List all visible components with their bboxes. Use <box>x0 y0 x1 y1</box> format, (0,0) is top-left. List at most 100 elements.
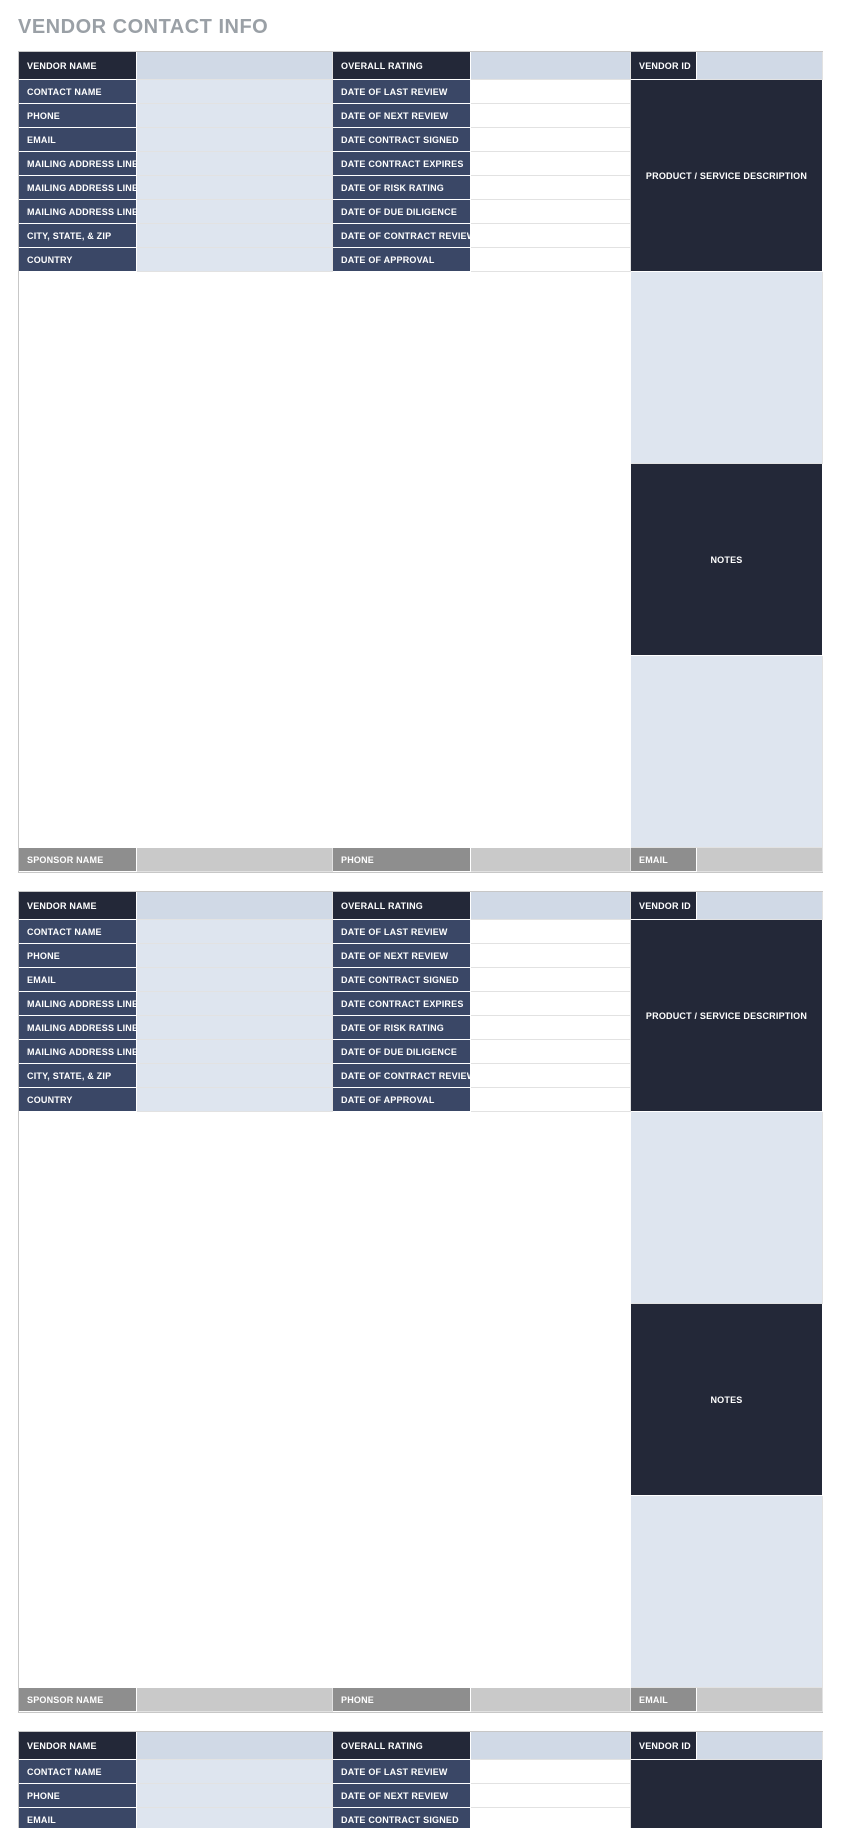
field-mailing3[interactable] <box>137 1040 333 1064</box>
field-vendor-id[interactable] <box>697 1732 823 1760</box>
label-mailing3: MAILING ADDRESS LINE 3 <box>19 200 137 224</box>
label-product-service-desc: PRODUCT / SERVICE DESCRIPTION <box>631 80 823 272</box>
label-vendor-id: VENDOR ID <box>631 52 697 80</box>
field-overall-rating[interactable] <box>471 892 631 920</box>
field-overall-rating[interactable] <box>471 52 631 80</box>
label-date-contract-review: DATE OF CONTRACT REVIEW <box>333 1064 471 1088</box>
label-notes: NOTES <box>631 464 823 656</box>
field-mailing1[interactable] <box>137 152 333 176</box>
field-contact-name[interactable] <box>137 1760 333 1784</box>
label-date-next-review: DATE OF NEXT REVIEW <box>333 1784 471 1808</box>
field-date-risk-rating[interactable] <box>471 1016 631 1040</box>
label-sponsor-name: SPONSOR NAME <box>19 848 137 872</box>
field-sponsor-email[interactable] <box>697 848 823 872</box>
field-mailing2[interactable] <box>137 176 333 200</box>
field-phone[interactable] <box>137 1784 333 1808</box>
label-date-risk-rating: DATE OF RISK RATING <box>333 1016 471 1040</box>
label-date-contract-expires: DATE CONTRACT EXPIRES <box>333 992 471 1016</box>
label-vendor-id: VENDOR ID <box>631 1732 697 1760</box>
field-sponsor-name[interactable] <box>137 848 333 872</box>
field-date-contract-signed[interactable] <box>471 968 631 992</box>
label-city-state-zip: CITY, STATE, & ZIP <box>19 1064 137 1088</box>
field-email[interactable] <box>137 968 333 992</box>
label-date-last-review: DATE OF LAST REVIEW <box>333 1760 471 1784</box>
label-mailing1: MAILING ADDRESS LINE 1 <box>19 152 137 176</box>
field-country[interactable] <box>137 1088 333 1112</box>
field-sponsor-email[interactable] <box>697 1688 823 1712</box>
field-date-due-diligence[interactable] <box>471 1040 631 1064</box>
label-date-risk-rating: DATE OF RISK RATING <box>333 176 471 200</box>
label-vendor-name: VENDOR NAME <box>19 1732 137 1760</box>
field-date-next-review[interactable] <box>471 944 631 968</box>
label-phone: PHONE <box>19 1784 137 1808</box>
field-date-contract-expires[interactable] <box>471 152 631 176</box>
label-contact-name: CONTACT NAME <box>19 920 137 944</box>
label-date-approval: DATE OF APPROVAL <box>333 1088 471 1112</box>
label-product-service-desc: PRODUCT / SERVICE DESCRIPTION <box>631 1760 823 1828</box>
field-email[interactable] <box>137 128 333 152</box>
field-date-contract-review[interactable] <box>471 1064 631 1088</box>
field-phone[interactable] <box>137 944 333 968</box>
vendor-block: VENDOR NAME OVERALL RATING VENDOR ID CON… <box>18 1731 823 1828</box>
field-vendor-name[interactable] <box>137 1732 333 1760</box>
field-email[interactable] <box>137 1808 333 1828</box>
vendor-block: VENDOR NAME OVERALL RATING VENDOR ID CON… <box>18 891 823 1713</box>
label-sponsor-email: EMAIL <box>631 1688 697 1712</box>
field-date-approval[interactable] <box>471 248 631 272</box>
field-product-service-desc[interactable] <box>631 1112 823 1304</box>
label-date-contract-review: DATE OF CONTRACT REVIEW <box>333 224 471 248</box>
field-date-last-review[interactable] <box>471 80 631 104</box>
label-city-state-zip: CITY, STATE, & ZIP <box>19 224 137 248</box>
field-date-contract-review[interactable] <box>471 224 631 248</box>
field-vendor-name[interactable] <box>137 892 333 920</box>
label-vendor-name: VENDOR NAME <box>19 892 137 920</box>
vendor-block: VENDOR NAME OVERALL RATING VENDOR ID CON… <box>18 51 823 873</box>
field-date-due-diligence[interactable] <box>471 200 631 224</box>
label-email: EMAIL <box>19 968 137 992</box>
field-date-next-review[interactable] <box>471 104 631 128</box>
label-sponsor-phone: PHONE <box>333 848 471 872</box>
label-date-contract-signed: DATE CONTRACT SIGNED <box>333 1808 471 1828</box>
field-mailing1[interactable] <box>137 992 333 1016</box>
field-sponsor-name[interactable] <box>137 1688 333 1712</box>
field-city-state-zip[interactable] <box>137 224 333 248</box>
field-date-contract-signed[interactable] <box>471 128 631 152</box>
page-title: VENDOR CONTACT INFO <box>18 16 823 39</box>
field-date-last-review[interactable] <box>471 1760 631 1784</box>
field-date-last-review[interactable] <box>471 920 631 944</box>
field-notes[interactable] <box>631 1496 823 1688</box>
label-country: COUNTRY <box>19 248 137 272</box>
field-date-next-review[interactable] <box>471 1784 631 1808</box>
label-phone: PHONE <box>19 944 137 968</box>
field-overall-rating[interactable] <box>471 1732 631 1760</box>
field-vendor-id[interactable] <box>697 892 823 920</box>
field-vendor-id[interactable] <box>697 52 823 80</box>
field-mailing3[interactable] <box>137 200 333 224</box>
label-date-contract-expires: DATE CONTRACT EXPIRES <box>333 152 471 176</box>
field-city-state-zip[interactable] <box>137 1064 333 1088</box>
field-date-approval[interactable] <box>471 1088 631 1112</box>
label-overall-rating: OVERALL RATING <box>333 892 471 920</box>
label-mailing3: MAILING ADDRESS LINE 3 <box>19 1040 137 1064</box>
field-phone[interactable] <box>137 104 333 128</box>
field-notes[interactable] <box>631 656 823 848</box>
label-date-last-review: DATE OF LAST REVIEW <box>333 920 471 944</box>
field-contact-name[interactable] <box>137 920 333 944</box>
label-date-due-diligence: DATE OF DUE DILIGENCE <box>333 200 471 224</box>
field-contact-name[interactable] <box>137 80 333 104</box>
field-date-contract-expires[interactable] <box>471 992 631 1016</box>
label-email: EMAIL <box>19 1808 137 1828</box>
label-date-next-review: DATE OF NEXT REVIEW <box>333 104 471 128</box>
field-sponsor-phone[interactable] <box>471 1688 631 1712</box>
label-mailing2: MAILING ADDRESS LINE 2 <box>19 1016 137 1040</box>
field-country[interactable] <box>137 248 333 272</box>
field-vendor-name[interactable] <box>137 52 333 80</box>
field-sponsor-phone[interactable] <box>471 848 631 872</box>
field-product-service-desc[interactable] <box>631 272 823 464</box>
field-date-risk-rating[interactable] <box>471 176 631 200</box>
label-contact-name: CONTACT NAME <box>19 1760 137 1784</box>
label-product-service-desc: PRODUCT / SERVICE DESCRIPTION <box>631 920 823 1112</box>
label-date-approval: DATE OF APPROVAL <box>333 248 471 272</box>
field-date-contract-signed[interactable] <box>471 1808 631 1828</box>
field-mailing2[interactable] <box>137 1016 333 1040</box>
